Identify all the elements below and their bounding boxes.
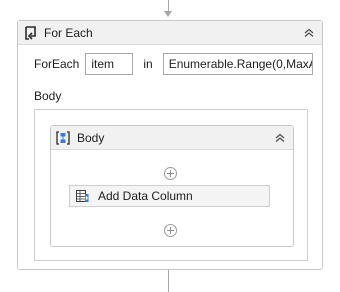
add-data-column-activity[interactable]: Add Data Column <box>69 185 270 207</box>
collapse-chevron-icon[interactable] <box>273 131 287 145</box>
workflow-canvas: For Each ForEach item in Enumerable.Rang… <box>0 0 340 292</box>
body-sequence-title: Body <box>77 130 105 145</box>
foreach-parameters-row: ForEach item in Enumerable.Range(0,MaxA <box>34 53 313 75</box>
body-section-label: Body <box>34 89 62 103</box>
connector-line-top <box>168 0 169 11</box>
connector-arrow-icon <box>164 11 172 17</box>
body-sequence-header[interactable]: Body <box>51 126 293 150</box>
foreach-activity[interactable]: For Each ForEach item in Enumerable.Rang… <box>17 20 323 270</box>
add-data-column-title: Add Data Column <box>98 189 193 203</box>
item-variable-input[interactable]: item <box>85 53 134 75</box>
collapse-chevron-icon[interactable] <box>302 26 316 40</box>
connector-line-bottom <box>168 270 169 292</box>
body-sequence-activity[interactable]: Body Add Data Column <box>50 125 294 247</box>
body-drop-area[interactable]: Body Add Data Column <box>34 109 308 261</box>
add-activity-plus-icon[interactable] <box>164 224 177 237</box>
foreach-icon <box>25 25 36 40</box>
foreach-header[interactable]: For Each <box>18 21 322 45</box>
sequence-icon <box>56 130 70 145</box>
add-activity-plus-icon[interactable] <box>164 167 177 180</box>
foreach-label: ForEach <box>34 57 80 71</box>
data-table-icon <box>76 190 89 202</box>
foreach-title: For Each <box>44 25 93 40</box>
in-label: in <box>143 57 153 71</box>
values-expression-input[interactable]: Enumerable.Range(0,MaxA <box>162 53 313 75</box>
